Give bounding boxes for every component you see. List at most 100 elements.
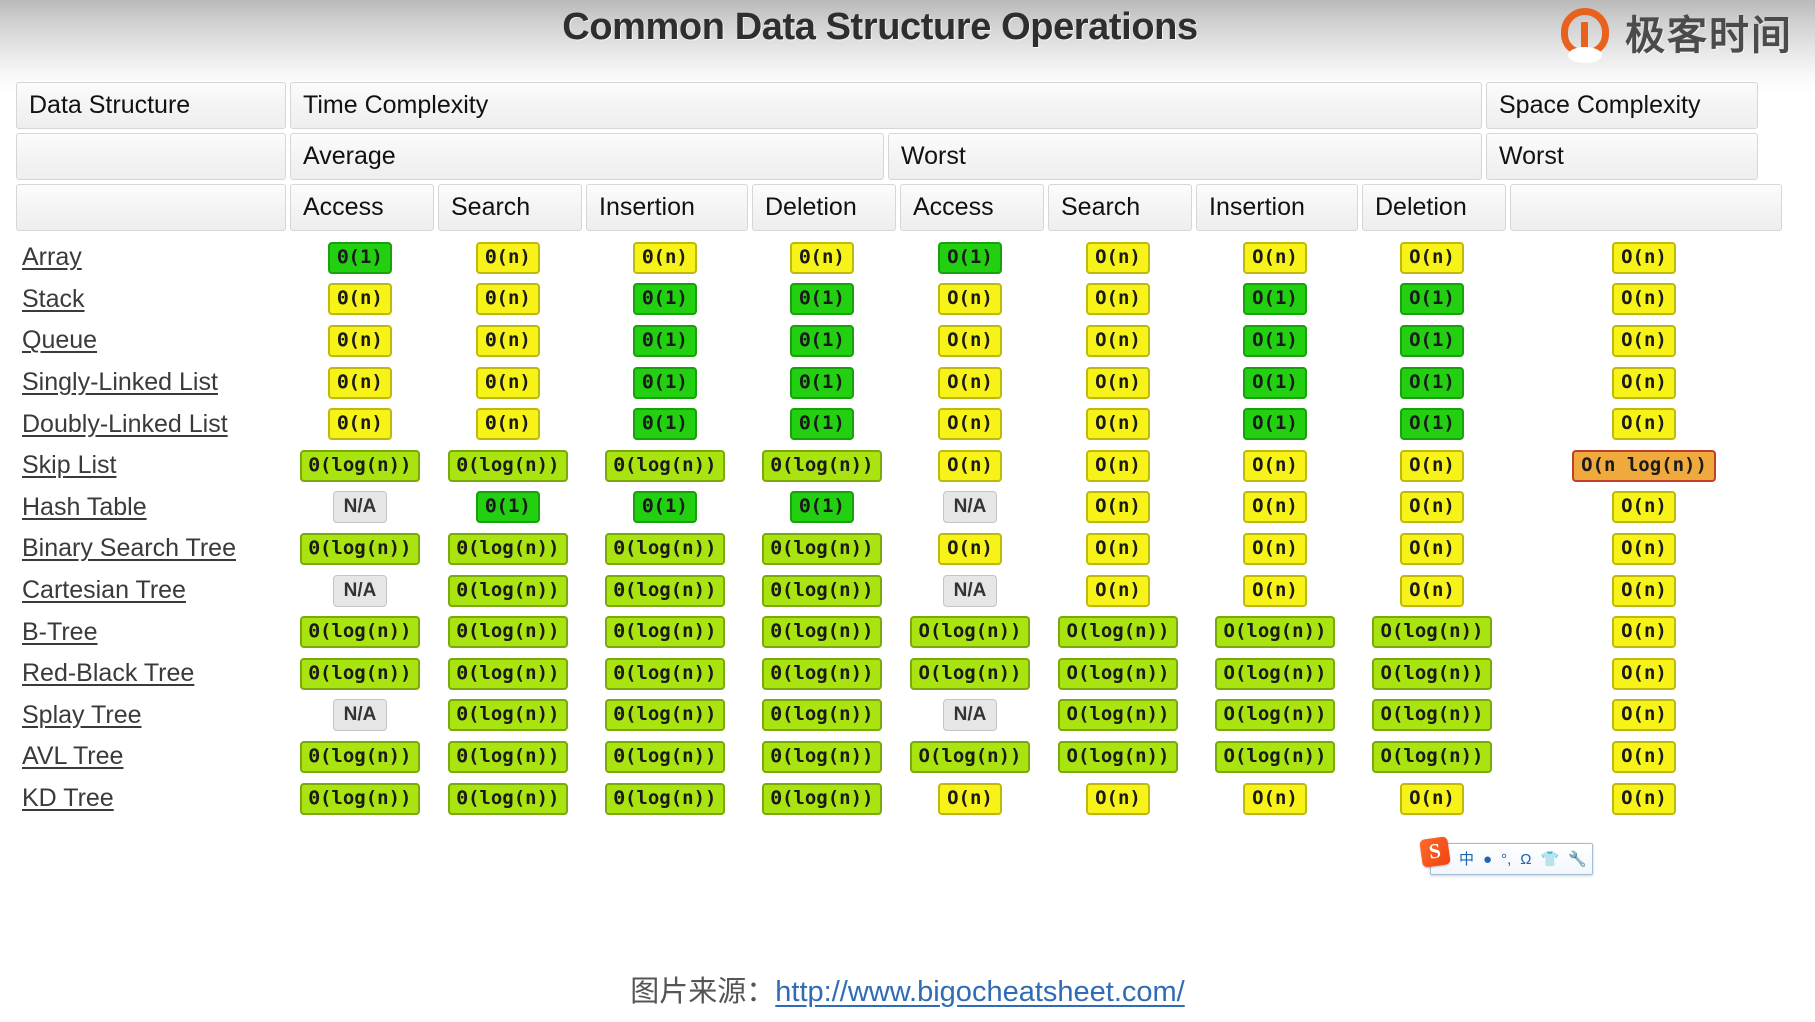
cell-avg-search: Θ(1) <box>434 487 582 529</box>
complexity-badge: O(n) <box>1086 782 1150 815</box>
cell-avg-deletion: Θ(log(n)) <box>748 695 896 737</box>
cell-avg-deletion: Θ(1) <box>748 320 896 362</box>
table-row: Doubly-Linked List Θ(n) Θ(n) Θ(1) Θ(1) O(n) O(… <box>16 403 1802 445</box>
complexity-badge: Θ(log(n)) <box>447 616 569 649</box>
complexity-badge: O(log(n)) <box>909 616 1031 649</box>
complexity-badge: Θ(log(n)) <box>761 782 883 815</box>
row-label-hash-table[interactable]: Hash Table <box>16 493 286 522</box>
complexity-badge: O(n log(n)) <box>1572 449 1716 482</box>
cell-worst-deletion: O(n) <box>1358 487 1506 529</box>
complexity-badge: N/A <box>942 574 998 607</box>
complexity-badge: O(1) <box>1400 324 1464 357</box>
row-label-red-black-tree[interactable]: Red-Black Tree <box>16 659 286 688</box>
punctuation-icon[interactable]: °, <box>1501 852 1511 867</box>
source-link[interactable]: http://www.bigocheatsheet.com/ <box>775 976 1184 1008</box>
cheatsheet-page: Common Data Structure Operations 极客时间 Da… <box>0 0 1815 1022</box>
complexity-badge: Θ(1) <box>790 408 854 441</box>
complexity-badge: Θ(log(n)) <box>299 782 421 815</box>
complexity-badge: Θ(log(n)) <box>447 532 569 565</box>
row-label-stack[interactable]: Stack <box>16 285 286 314</box>
complexity-badge: O(n) <box>1612 532 1676 565</box>
complexity-badge: Θ(n) <box>328 283 392 316</box>
header-worst-deletion: Deletion <box>1362 184 1506 231</box>
table-row: AVL Tree Θ(log(n)) Θ(log(n)) Θ(log(n)) Θ(log… <box>16 736 1802 778</box>
cell-space-worst: O(n) <box>1506 403 1782 445</box>
complexity-badge: O(n) <box>1243 532 1307 565</box>
dot-icon[interactable]: ● <box>1483 852 1492 867</box>
complexity-badge: O(n) <box>1086 241 1150 274</box>
cell-worst-search: O(n) <box>1044 403 1192 445</box>
row-label-array[interactable]: Array <box>16 243 286 272</box>
cell-avg-access: N/A <box>286 570 434 612</box>
complexity-badge: Θ(log(n)) <box>604 782 726 815</box>
row-label-cartesian-tree[interactable]: Cartesian Tree <box>16 576 286 605</box>
header-spacer-3 <box>1510 184 1782 231</box>
row-label-kd-tree[interactable]: KD Tree <box>16 784 286 813</box>
omega-symbol-icon[interactable]: Ω <box>1520 852 1531 867</box>
complexity-badge: O(n) <box>1086 324 1150 357</box>
cell-worst-insertion: O(log(n)) <box>1192 653 1358 695</box>
row-label-skip-list[interactable]: Skip List <box>16 451 286 480</box>
complexity-badge: O(n) <box>1612 782 1676 815</box>
complexity-badge: O(n) <box>1086 532 1150 565</box>
sogou-ime-toolbar[interactable]: 中 ● °, Ω 👕 🔧 <box>1430 843 1593 875</box>
cell-worst-insertion: O(1) <box>1192 362 1358 404</box>
header-avg-search: Search <box>438 184 582 231</box>
header-worst-search: Search <box>1048 184 1192 231</box>
lang-chinese-icon[interactable]: 中 <box>1459 852 1474 867</box>
complexity-badge: O(n) <box>938 324 1002 357</box>
cell-worst-access: O(log(n)) <box>896 653 1044 695</box>
complexity-badge: Θ(log(n)) <box>447 699 569 732</box>
complexity-badge: O(1) <box>938 241 1002 274</box>
cell-avg-access: Θ(log(n)) <box>286 653 434 695</box>
complexity-badge: O(n) <box>1086 491 1150 524</box>
cell-avg-search: Θ(log(n)) <box>434 736 582 778</box>
cell-avg-access: Θ(n) <box>286 320 434 362</box>
complexity-badge: O(log(n)) <box>1214 740 1336 773</box>
cell-worst-deletion: O(log(n)) <box>1358 653 1506 695</box>
skin-icon[interactable]: 👕 <box>1540 852 1559 867</box>
cell-worst-deletion: O(n) <box>1358 570 1506 612</box>
row-label-queue[interactable]: Queue <box>16 326 286 355</box>
row-label-avl-tree[interactable]: AVL Tree <box>16 742 286 771</box>
row-label-doubly-linked-list[interactable]: Doubly-Linked List <box>16 410 286 439</box>
cell-worst-insertion: O(n) <box>1192 487 1358 529</box>
cell-avg-deletion: Θ(log(n)) <box>748 778 896 820</box>
row-label-b-tree[interactable]: B-Tree <box>16 618 286 647</box>
cell-worst-insertion: O(log(n)) <box>1192 611 1358 653</box>
complexity-badge: Θ(1) <box>790 283 854 316</box>
cell-avg-access: Θ(n) <box>286 279 434 321</box>
cell-avg-search: Θ(log(n)) <box>434 653 582 695</box>
header-worst: Worst <box>888 133 1482 180</box>
cell-worst-search: O(n) <box>1044 320 1192 362</box>
row-label-splay-tree[interactable]: Splay Tree <box>16 701 286 730</box>
complexity-badge: O(n) <box>1243 241 1307 274</box>
row-label-binary-search-tree[interactable]: Binary Search Tree <box>16 534 286 563</box>
toolbox-icon[interactable]: 🔧 <box>1568 852 1587 867</box>
complexity-badge: Θ(n) <box>633 241 697 274</box>
table-row: Red-Black Tree Θ(log(n)) Θ(log(n)) Θ(log(n)… <box>16 653 1802 695</box>
cell-avg-access: Θ(log(n)) <box>286 778 434 820</box>
cell-space-worst: O(n) <box>1506 736 1782 778</box>
cell-worst-search: O(log(n)) <box>1044 611 1192 653</box>
cell-avg-search: Θ(log(n)) <box>434 695 582 737</box>
sogou-ime-logo-icon[interactable]: S <box>1419 836 1451 868</box>
complexity-badge: O(1) <box>1400 283 1464 316</box>
complexity-badge: Θ(log(n)) <box>604 532 726 565</box>
cell-avg-access: Θ(log(n)) <box>286 445 434 487</box>
cell-worst-deletion: O(1) <box>1358 403 1506 445</box>
table-row: Splay Tree N/A Θ(log(n)) Θ(log(n)) Θ(log(n))… <box>16 695 1802 737</box>
complexity-badge: Θ(n) <box>790 241 854 274</box>
row-label-singly-linked-list[interactable]: Singly-Linked List <box>16 368 286 397</box>
complexity-badge: Θ(1) <box>790 366 854 399</box>
cell-worst-access: O(n) <box>896 445 1044 487</box>
complexity-badge: Θ(1) <box>476 491 540 524</box>
complexity-badge: O(n) <box>1243 449 1307 482</box>
complexity-badge: O(n) <box>1400 574 1464 607</box>
complexity-badge: O(n) <box>1612 616 1676 649</box>
complexity-badge: Θ(log(n)) <box>447 782 569 815</box>
table-header-row-2: Average Worst Worst <box>16 133 1802 180</box>
cell-space-worst: O(n) <box>1506 778 1782 820</box>
complexity-badge: Θ(n) <box>476 324 540 357</box>
geektime-brand: 极客时间 <box>1559 8 1793 64</box>
